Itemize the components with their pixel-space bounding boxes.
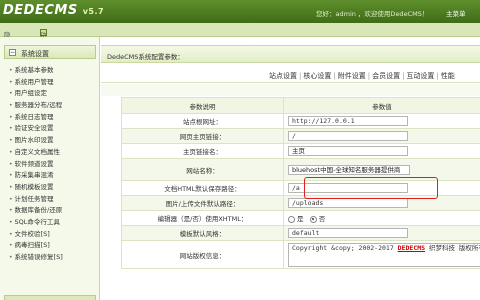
tab-site-settings[interactable]: 站点设置 — [269, 72, 297, 80]
table-row: 网站版权信息： Copyright &copy; 2002-2017 DEDEC… — [121, 240, 480, 269]
dedecms-logo: DEDECMS v5.7 — [3, 3, 104, 18]
radio-selected-icon — [309, 215, 317, 223]
sidebar-item[interactable]: 系统日志管理 — [9, 112, 63, 124]
row-label: 网站名称： — [121, 158, 284, 181]
sidebar-item[interactable]: 防采集串混淆 — [9, 170, 63, 182]
sub-toolbar: 隐藏菜单 功能地图 — [0, 23, 480, 69]
site-name-input[interactable]: bluehost中国-全球知名服务器提供商 — [288, 164, 410, 175]
tab-interaction-settings[interactable]: 互动设置 — [406, 72, 434, 80]
sidebar-item[interactable]: 图片水印设置 — [9, 135, 63, 147]
spacer — [101, 84, 480, 96]
column-header-param: 参数说明 — [121, 97, 284, 114]
page-title: DedeCMS系统配置参数： — [107, 53, 184, 61]
xhtml-no-option[interactable]: 否 — [309, 215, 326, 223]
tab-core-settings[interactable]: 核心设置 — [303, 72, 331, 80]
sidebar-item[interactable]: 服务器分布/远程 — [9, 100, 63, 112]
sidebar-item[interactable]: 随机模板设置 — [9, 182, 63, 194]
radio-icon — [288, 215, 295, 223]
home-link-input[interactable]: / — [288, 131, 408, 141]
table-row: 网页主页链接： / — [121, 128, 480, 144]
table-header-row: 参数说明 参数值 — [121, 97, 480, 114]
sidebar-item[interactable]: SQL命令行工具 — [9, 217, 63, 229]
logo-text: DEDECMS — [3, 3, 78, 18]
greeting-text: 您好：admin ，欢迎使用DedeCMS！ — [316, 10, 429, 18]
sidebar: − 系统设置 系统基本参数 系统用户管理 用户组设定 服务器分布/远程 系统日志… — [0, 37, 100, 300]
main-menu-link[interactable]: 主菜单 — [446, 8, 466, 18]
sidebar-item[interactable]: 自定义文档属性 — [9, 147, 63, 159]
tab-performance-settings[interactable]: 性能 — [441, 72, 455, 80]
xhtml-yes-option[interactable]: 是 — [288, 215, 304, 223]
column-header-value: 参数值 — [283, 97, 480, 114]
sidebar-item[interactable]: 病毒扫描[S] — [9, 240, 63, 252]
sidebar-item[interactable]: 系统错误修复[S] — [9, 252, 63, 264]
row-label: 模板默认风格： — [121, 225, 284, 241]
top-header: DEDECMS v5.7 您好：admin ，欢迎使用DedeCMS！ 主菜单 — [0, 0, 480, 23]
site-url-input[interactable]: http://127.0.0.1 — [288, 116, 408, 126]
row-label: 图片/上传文件默认路径： — [121, 195, 284, 211]
xhtml-no-label: 否 — [318, 215, 326, 223]
sidebar-item[interactable]: 用户组设定 — [9, 88, 63, 100]
sidebar-item[interactable]: 软件频道设置 — [9, 159, 63, 171]
xhtml-yes-label: 是 — [297, 215, 304, 223]
sidebar-item[interactable]: 系统用户管理 — [9, 77, 63, 89]
tab-attachment-settings[interactable]: 附件设置 — [338, 72, 366, 80]
row-label: 主页链接名： — [121, 143, 284, 159]
row-label: 站点根网址： — [121, 113, 284, 129]
logo-version: v5.7 — [82, 7, 105, 16]
table-row: 编辑器（是/否）使用XHTML： 是 否 — [121, 210, 480, 226]
row-label: 编辑器（是/否）使用XHTML： — [121, 210, 284, 226]
template-style-input[interactable]: default — [288, 228, 408, 238]
collapse-icon: − — [9, 49, 16, 56]
sidebar-menu: 系统基本参数 系统用户管理 用户组设定 服务器分布/远程 系统日志管理 验证安全… — [9, 65, 63, 264]
sidebar-item[interactable]: 系统基本参数 — [9, 65, 63, 77]
sidebar-next-section-header[interactable] — [4, 295, 96, 300]
home-link-name-input[interactable]: 主页 — [288, 146, 408, 156]
table-row: 主页链接名： 主页 — [121, 143, 480, 159]
page-title-bar: DedeCMS系统配置参数： — [101, 45, 480, 63]
main-content: DedeCMS系统配置参数： 站点设置 | 核心设置 | 附件设置 | 会员设置 | 互动设置 |… — [101, 37, 480, 300]
highlight-annotation-box — [304, 177, 438, 199]
sidebar-item[interactable]: 文件校验[S] — [9, 229, 63, 241]
row-label: 文档HTML默认保存路径： — [121, 180, 284, 196]
copyright-link: DEDECMS — [397, 244, 426, 252]
copyright-textarea[interactable]: Copyright &copy; 2002-2017 DEDECMS 织梦科技 … — [288, 243, 480, 267]
copyright-suffix: 织梦科技 版权所有 — [425, 244, 480, 252]
table-row: 模板默认风格： default — [121, 225, 480, 241]
sidebar-item[interactable]: 数据库备份/还原 — [9, 205, 63, 217]
tab-member-settings[interactable]: 会员设置 — [372, 72, 400, 80]
sidebar-section-header[interactable]: − 系统设置 — [4, 45, 96, 59]
sidebar-section-title: 系统设置 — [21, 50, 49, 58]
sidebar-item[interactable]: 验证安全设置 — [9, 123, 63, 135]
copyright-prefix: Copyright &copy; 2002-2017 — [292, 244, 398, 252]
table-row: 站点根网址： http://127.0.0.1 — [121, 113, 480, 129]
row-label: 网站版权信息： — [121, 240, 284, 269]
upload-path-input[interactable]: /uploads — [288, 198, 408, 208]
row-label: 网页主页链接： — [121, 128, 284, 144]
settings-tabs: 站点设置 | 核心设置 | 附件设置 | 会员设置 | 互动设置 | 性能 — [101, 65, 480, 83]
sidebar-item[interactable]: 计划任务管理 — [9, 194, 63, 206]
